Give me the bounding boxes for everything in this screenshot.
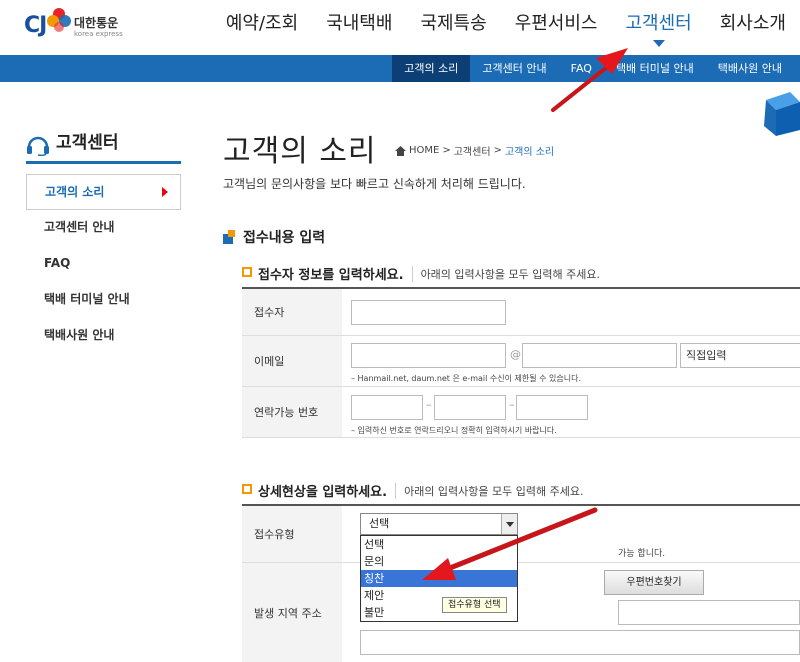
gnb-item-domestic[interactable]: 국내택배: [312, 0, 406, 55]
gnb-item-company[interactable]: 회사소개: [706, 0, 800, 55]
subnav-item-center-info[interactable]: 고객센터 안내: [470, 55, 558, 82]
type-tooltip: 접수유형 선택: [442, 597, 507, 613]
label-email: 이메일: [242, 336, 342, 386]
square-bullet-icon: [242, 484, 252, 494]
sidebar-item-center-info[interactable]: 고객센터 안내: [26, 210, 181, 246]
page: CJ 대한통운 korea express 예약/조회 국내택배 국제특송 우편…: [0, 0, 800, 662]
sidebar-title: 고객센터: [26, 130, 181, 164]
name-input[interactable]: [351, 300, 506, 325]
sidebar-item-courier[interactable]: 택배사원 안내: [26, 318, 181, 354]
cell-name: [342, 289, 800, 335]
address-input-1[interactable]: [618, 600, 800, 625]
sidebar-item-faq[interactable]: FAQ: [26, 246, 181, 282]
label-address: 발생 지역 주소: [242, 563, 342, 662]
detail-subtitle: 상세현상을 입력하세요. 아래의 입력사항을 모두 입력해 주세요.: [242, 481, 583, 500]
type-select-value: 선택: [369, 517, 390, 530]
detail-form: 접수유형 가능 합니다. 발생 지역 주소 우편번호찾기: [242, 504, 800, 662]
sidebar-item-voice[interactable]: 고객의 소리: [26, 174, 181, 210]
gnb-item-international[interactable]: 국제특송: [406, 0, 500, 55]
reporter-form: 접수자 이메일 @ 직접입력 – Hanmail.net, daum.net 은…: [242, 287, 800, 438]
cj-logo[interactable]: CJ 대한통운 korea express: [24, 6, 134, 46]
type-option-highlighted[interactable]: 칭찬: [361, 570, 517, 587]
breadcrumb-home[interactable]: HOME: [409, 145, 439, 156]
gnb-item-customer-center[interactable]: 고객센터: [612, 0, 706, 55]
phone-part3-input[interactable]: [516, 395, 588, 420]
page-title: 고객의 소리: [223, 134, 377, 169]
logo-korean: 대한통운: [74, 16, 119, 30]
reporter-title: 접수자 정보를 입력하세요.: [258, 268, 404, 283]
cell-email: @ 직접입력 – Hanmail.net, daum.net 은 e-mail …: [342, 336, 800, 386]
sub-nav-bar: 고객의 소리 고객센터 안내 FAQ 택배 터미널 안내 택배사원 안내: [0, 55, 800, 82]
type-option[interactable]: 문의: [361, 553, 517, 570]
cj-flower-logo-icon: [47, 8, 71, 32]
breadcrumb-sep: >: [493, 145, 502, 156]
reporter-subtitle: 접수자 정보를 입력하세요. 아래의 입력사항을 모두 입력해 주세요.: [242, 264, 600, 283]
email-domain-select[interactable]: 직접입력: [680, 343, 800, 368]
email-id-input[interactable]: [351, 343, 506, 368]
logo-cj-text: CJ: [24, 13, 47, 38]
row-address: 발생 지역 주소 우편번호찾기: [242, 563, 800, 662]
email-hint: – Hanmail.net, daum.net 은 e-mail 수신이 제한될…: [351, 374, 582, 383]
phone-hint: – 입력하신 번호로 연락드리오니 정확히 입력하시기 바랍니다.: [351, 426, 557, 435]
email-domain-input[interactable]: [522, 343, 677, 368]
global-nav: 예약/조회 국내택배 국제특송 우편서비스 고객센터 회사소개: [212, 0, 800, 55]
logo-english: korea express: [74, 30, 123, 38]
type-hint: 가능 합니다.: [618, 549, 666, 559]
active-caret-icon: [652, 40, 665, 47]
subnav-item-courier[interactable]: 택배사원 안내: [706, 55, 794, 82]
gnb-item-customer-center-label: 고객센터: [625, 13, 692, 34]
active-arrow-icon: [162, 187, 168, 197]
sub-nav: 고객의 소리 고객센터 안내 FAQ 택배 터미널 안내 택배사원 안내: [392, 55, 794, 82]
subnav-item-terminal[interactable]: 택배 터미널 안내: [604, 55, 706, 82]
phone-dash: –: [426, 398, 432, 411]
label-phone: 연락가능 번호: [242, 387, 342, 437]
row-name: 접수자: [242, 289, 800, 336]
breadcrumb-current: 고객의 소리: [504, 147, 555, 158]
email-at: @: [510, 348, 521, 361]
row-email: 이메일 @ 직접입력 – Hanmail.net, daum.net 은 e-m…: [242, 336, 800, 387]
phone-part2-input[interactable]: [434, 395, 506, 420]
home-icon: [395, 145, 406, 156]
label-name: 접수자: [242, 289, 342, 335]
sidebar-title-label: 고객센터: [56, 133, 119, 153]
zip-search-button[interactable]: 우편번호찾기: [604, 570, 704, 595]
section-title-label: 접수내용 입력: [243, 230, 326, 246]
detail-title: 상세현상을 입력하세요.: [258, 485, 388, 500]
type-select[interactable]: 선택: [360, 513, 518, 535]
cell-phone: – – – 입력하신 번호로 연락드리오니 정확히 입력하시기 바랍니다.: [342, 387, 800, 437]
breadcrumb: HOME > 고객센터 > 고객의 소리: [395, 143, 554, 158]
row-type: 접수유형 가능 합니다.: [242, 506, 800, 563]
square-bullet-icon: [242, 267, 252, 277]
top-header: CJ 대한통운 korea express 예약/조회 국내택배 국제특송 우편…: [0, 0, 800, 55]
address-input-2[interactable]: [360, 630, 800, 655]
row-phone: 연락가능 번호 – – – 입력하신 번호로 연락드리오니 정확히 입력하시기 …: [242, 387, 800, 438]
subnav-item-voice[interactable]: 고객의 소리: [392, 55, 471, 82]
sidebar-item-terminal[interactable]: 택배 터미널 안내: [26, 282, 181, 318]
gnb-item-postal[interactable]: 우편서비스: [501, 0, 612, 55]
phone-dash: –: [509, 398, 515, 411]
sidebar-menu: 고객의 소리 고객센터 안내 FAQ 택배 터미널 안내 택배사원 안내: [26, 174, 181, 354]
breadcrumb-level1[interactable]: 고객센터: [454, 143, 491, 158]
subnav-item-faq[interactable]: FAQ: [559, 55, 604, 82]
section-title: 접수내용 입력: [223, 227, 325, 247]
headset-icon: [27, 136, 49, 156]
phone-part1-input[interactable]: [351, 395, 423, 420]
intro-text: 고객님의 문의사항을 보다 빠르고 신속하게 처리해 드립니다.: [223, 177, 526, 191]
breadcrumb-sep: >: [442, 145, 451, 156]
select-arrow-icon[interactable]: [501, 514, 517, 534]
label-type: 접수유형: [242, 506, 342, 562]
reporter-note: 아래의 입력사항을 모두 입력해 주세요.: [411, 265, 600, 282]
type-option[interactable]: 선택: [361, 536, 517, 553]
decorative-cube-icon: [764, 92, 800, 136]
sidebar-item-label: 고객의 소리: [45, 185, 105, 199]
gnb-item-reservation[interactable]: 예약/조회: [212, 0, 312, 55]
detail-note: 아래의 입력사항을 모두 입력해 주세요.: [395, 482, 583, 499]
section-marker-icon: [223, 230, 235, 244]
